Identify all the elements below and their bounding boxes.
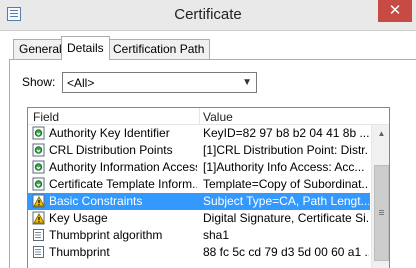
fields-list[interactable]: Field Value Authority Key Identifier Key… [27, 107, 390, 268]
row-field: Certificate Template Inform... [49, 177, 197, 191]
show-dropdown[interactable]: <All> ▼ [62, 72, 257, 93]
chevron-down-icon: ▼ [242, 77, 252, 88]
cert-critical-extension-icon [32, 194, 46, 208]
row-field: Authority Information Access [49, 160, 197, 174]
list-item[interactable]: Authority Key Identifier KeyID=82 97 b8 … [28, 125, 370, 142]
row-value: Digital Signature, Certificate Si... [203, 211, 369, 225]
cert-property-icon [32, 245, 46, 259]
row-field: Thumbprint algorithm [49, 228, 163, 242]
list-header: Field Value [28, 108, 389, 125]
row-value: KeyID=82 97 b8 b2 04 41 8b ... [203, 126, 369, 140]
list-item-selected[interactable]: Basic Constraints Subject Type=CA, Path … [28, 193, 370, 210]
cert-extension-icon [32, 126, 46, 140]
row-field: Thumbprint [49, 245, 110, 259]
row-value: 88 fc 5c cd 79 d3 5d 00 60 a1 ... [203, 245, 369, 259]
tab-general[interactable]: General [13, 39, 68, 59]
scroll-up-arrow-icon[interactable]: ▲ [372, 125, 389, 142]
list-item[interactable]: Certificate Template Inform... Template=… [28, 176, 370, 193]
show-selected-value: <All> [67, 76, 95, 90]
column-header-value[interactable]: Value [203, 110, 233, 124]
tab-certification-path[interactable]: Certification Path [107, 39, 211, 59]
close-button[interactable]: ✕ [378, 0, 412, 22]
show-label: Show: [22, 75, 56, 89]
row-field: Key Usage [49, 211, 108, 225]
scrollbar-thumb[interactable] [374, 165, 389, 261]
cert-extension-icon [32, 143, 46, 157]
row-value: [1]CRL Distribution Point: Distr... [203, 143, 369, 157]
list-item[interactable]: Key Usage Digital Signature, Certificate… [28, 210, 370, 227]
row-value: Subject Type=CA, Path Lengt... [203, 194, 369, 208]
column-divider[interactable] [199, 108, 200, 125]
cert-property-icon [32, 228, 46, 242]
list-item[interactable]: Authority Information Access [1]Authorit… [28, 159, 370, 176]
list-item[interactable]: CRL Distribution Points [1]CRL Distribut… [28, 142, 370, 159]
vertical-scrollbar[interactable]: ▲ [371, 125, 389, 268]
cert-critical-extension-icon [32, 211, 46, 225]
window-title: Certificate [174, 6, 242, 23]
column-header-field[interactable]: Field [33, 110, 59, 124]
cert-extension-icon [32, 177, 46, 191]
list-item[interactable]: Thumbprint algorithm sha1 [28, 227, 370, 244]
tab-details[interactable]: Details [61, 36, 110, 60]
row-field: Authority Key Identifier [49, 126, 170, 140]
title-bar: Certificate ✕ [0, 0, 416, 31]
row-value: Template=Copy of Subordinat... [203, 177, 369, 191]
row-field: CRL Distribution Points [49, 143, 173, 157]
scrollbar-grip-icon [379, 210, 384, 211]
cert-extension-icon [32, 160, 46, 174]
row-value: [1]Authority Info Access: Acc... [203, 160, 365, 174]
list-item[interactable]: Thumbprint 88 fc 5c cd 79 d3 5d 00 60 a1… [28, 244, 370, 261]
row-value: sha1 [203, 228, 230, 242]
row-field: Basic Constraints [49, 194, 143, 208]
